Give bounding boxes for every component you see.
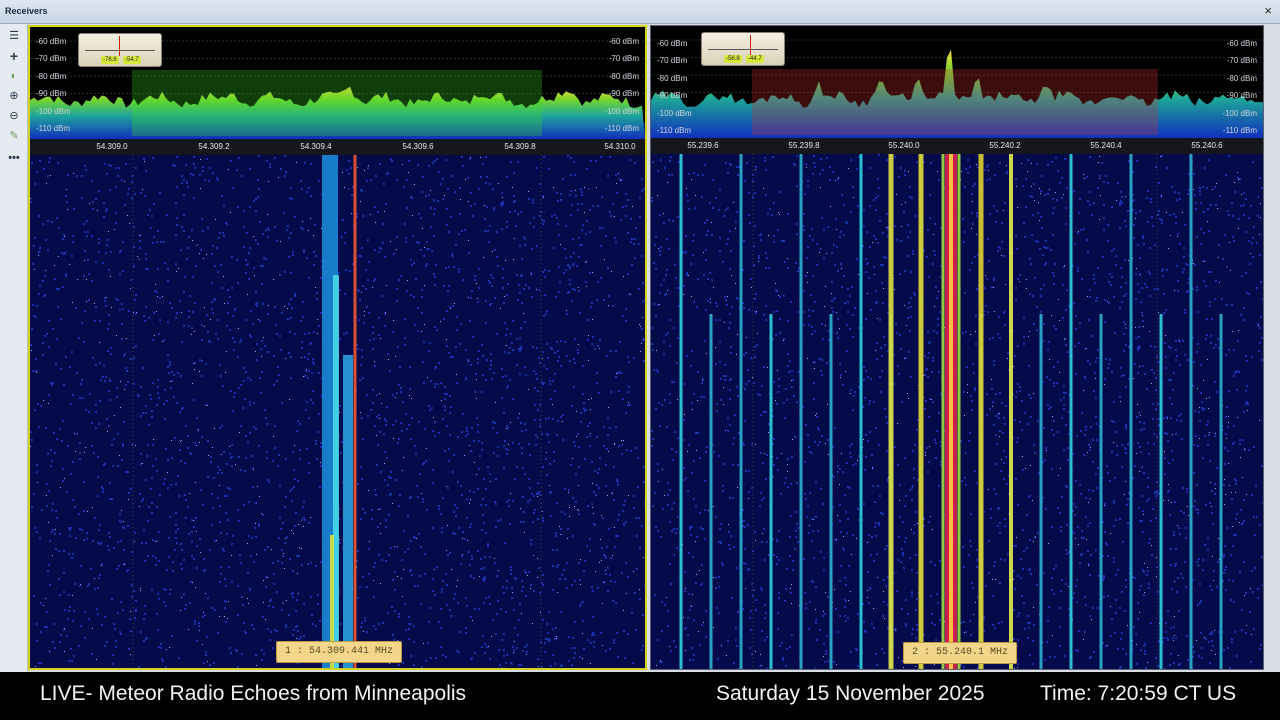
db-label: -70 dBm [36, 54, 67, 63]
db-label: -90 dBm [657, 91, 688, 100]
db-label: -80 dBm [608, 72, 639, 81]
db-label: -80 dBm [657, 74, 688, 83]
db-label: -60 dBm [608, 37, 639, 46]
s-meter-readout: -76.6 [101, 56, 119, 64]
receiver-toolbar: ☰ + ◐ ⊕ ⊖ ✎ ••• [0, 24, 28, 672]
s-meter-readout: -54.7 [123, 56, 141, 64]
tuned-frequency-label-2[interactable]: 2 : 55.240.1 MHz [903, 642, 1018, 664]
freq-tick: 55.239.6 [687, 141, 719, 150]
zoom-in-icon[interactable]: ⊕ [6, 88, 22, 104]
receiver-icon[interactable]: ◐ [6, 68, 22, 84]
db-label: -60 dBm [36, 37, 67, 46]
freq-tick: 55.240.6 [1191, 141, 1223, 150]
receiver-panel-1[interactable]: -60 dBm -70 dBm -80 dBm -90 dBm -100 dBm… [28, 25, 647, 670]
freq-tick: 54.309.8 [504, 142, 536, 151]
freq-tick: 55.239.8 [788, 141, 820, 150]
more-icon[interactable]: ••• [6, 150, 22, 166]
freq-tick: 55.240.0 [888, 141, 920, 150]
db-label: -70 dBm [1226, 56, 1257, 65]
db-label: -100 dBm [604, 107, 639, 116]
s-meter-scale [708, 37, 778, 50]
db-label: -110 dBm [657, 126, 692, 135]
waterfall-display-1[interactable] [30, 155, 645, 668]
s-meter-readout: -44.7 [746, 55, 764, 63]
db-label: -80 dBm [36, 72, 67, 81]
freq-tick: 54.309.4 [300, 142, 332, 151]
s-meter-needle [119, 36, 120, 56]
window-title-bar: Receivers × [0, 0, 1280, 24]
freq-tick: 55.240.4 [1090, 141, 1122, 150]
freq-tick: 54.309.6 [402, 142, 434, 151]
s-meter-readout: -58.8 [724, 55, 742, 63]
stream-title: LIVE- Meteor Radio Echoes from Minneapol… [40, 682, 467, 705]
receiver-panel-2[interactable]: -60 dBm -70 dBm -80 dBm -90 dBm -100 dBm… [650, 25, 1264, 670]
freq-tick: 54.309.2 [198, 142, 230, 151]
spectrum-display-2[interactable]: -60 dBm -70 dBm -80 dBm -90 dBm -100 dBm… [651, 26, 1263, 138]
db-label: -90 dBm [608, 89, 639, 98]
waterfall-display-2[interactable] [651, 154, 1263, 669]
db-label: -70 dBm [657, 56, 688, 65]
frequency-axis-2: 55.239.6 55.239.8 55.240.0 55.240.2 55.2… [651, 138, 1263, 154]
db-label: -100 dBm [1222, 109, 1257, 118]
date-display: Saturday 15 November 2025 [716, 682, 985, 705]
window-title: Receivers [5, 6, 48, 16]
db-label: -90 dBm [1226, 91, 1257, 100]
db-label: -110 dBm [1222, 126, 1257, 135]
frequency-axis-1: 54.309.0 54.309.2 54.309.4 54.309.6 54.3… [30, 139, 645, 155]
db-label: -70 dBm [608, 54, 639, 63]
freq-tick: 54.309.0 [96, 142, 128, 151]
db-label: -110 dBm [36, 124, 71, 133]
db-label: -60 dBm [657, 39, 688, 48]
spectrum-display-1[interactable]: -60 dBm -70 dBm -80 dBm -90 dBm -100 dBm… [30, 27, 645, 139]
s-meter-needle [750, 35, 751, 55]
s-meter-1: -76.6 -54.7 [78, 33, 162, 67]
zoom-out-icon[interactable]: ⊖ [6, 108, 22, 124]
freq-tick: 55.240.2 [989, 141, 1021, 150]
db-label: -110 dBm [604, 124, 639, 133]
time-display: Time: 7:20:59 CT US [1040, 682, 1237, 705]
stream-caption-bar: LIVE- Meteor Radio Echoes from Minneapol… [0, 672, 1280, 720]
s-meter-2: -58.8 -44.7 [701, 32, 785, 66]
tuned-frequency-label-1[interactable]: 1 : 54.309.441 MHz [276, 641, 403, 663]
db-label: -100 dBm [657, 109, 692, 118]
db-label: -60 dBm [1226, 39, 1257, 48]
db-label: -80 dBm [1226, 74, 1257, 83]
close-icon[interactable]: × [1264, 3, 1272, 19]
s-meter-scale [85, 38, 155, 51]
db-label: -90 dBm [36, 89, 67, 98]
add-icon[interactable]: + [6, 48, 22, 64]
menu-icon[interactable]: ☰ [6, 28, 22, 44]
freq-tick: 54.310.0 [604, 142, 636, 151]
db-label: -100 dBm [36, 107, 71, 116]
edit-icon[interactable]: ✎ [6, 128, 22, 144]
receivers-area: -60 dBm -70 dBm -80 dBm -90 dBm -100 dBm… [28, 24, 1280, 672]
